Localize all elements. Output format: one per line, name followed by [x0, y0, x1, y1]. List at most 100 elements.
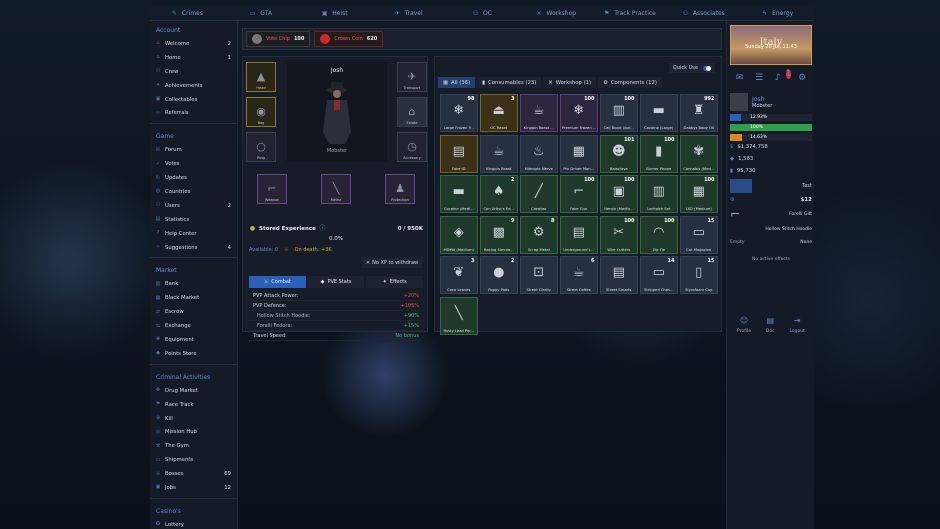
- sidebar-item-countries[interactable]: ◍ Countries: [150, 185, 237, 199]
- chat-icon[interactable]: ✉: [736, 73, 744, 83]
- menu-icon[interactable]: ☰: [755, 73, 763, 83]
- inventory-item[interactable]: ▭ 14 Stripped Chas...: [640, 256, 678, 294]
- sidebar-item-exchange[interactable]: ⇆ Exchange: [150, 319, 237, 333]
- tab-workshop[interactable]: ✕ Workshop (1): [543, 77, 597, 88]
- weapon-slot[interactable]: ⌐ Weapon: [257, 174, 287, 204]
- inventory-item[interactable]: ⏏ 3 OC Reset: [480, 94, 518, 132]
- sidebar-item-lottery[interactable]: ✪ Lottery: [150, 518, 237, 529]
- tab-pve-stats[interactable]: ◆ PVE Stats: [307, 276, 365, 288]
- vote-chip-badge[interactable]: Vote Chip 100: [246, 31, 311, 47]
- sidebar-item-escrow[interactable]: ⇄ Escrow: [150, 305, 237, 319]
- topnav-energy[interactable]: ϟ Energy: [740, 6, 814, 20]
- avatar[interactable]: [730, 93, 748, 111]
- inventory-item[interactable]: ⌐ 100 Fake Gun: [560, 175, 598, 213]
- tab-consumables[interactable]: ▮ Consumables (23): [477, 77, 542, 88]
- sidebar-item-statistics[interactable]: ▤ Statistics: [150, 213, 237, 227]
- sidebar-item-bosses[interactable]: ☠ Bosses 69: [150, 467, 237, 481]
- quick-use-toggle[interactable]: Quick Use: [668, 63, 715, 73]
- sidebar-item-home[interactable]: ⌂ Home 1: [150, 51, 237, 65]
- inventory-item[interactable]: ▤ Underground L...: [560, 215, 598, 254]
- sidebar-item-updates[interactable]: ↻ Updates: [150, 171, 237, 185]
- inventory-item[interactable]: ✂ 100 Wire Cutters: [600, 215, 638, 254]
- sidebar-item-points-store[interactable]: ◆ Points Store: [150, 347, 237, 361]
- sidebar-item-jobs[interactable]: ▣ Jobs 12: [150, 481, 237, 495]
- sidebar-item-forum[interactable]: ✉ Forum: [150, 143, 237, 157]
- topnav-associates[interactable]: ⚇ Associates: [666, 6, 740, 20]
- inventory-item[interactable]: ▭ 15 Car Magazine: [680, 215, 718, 254]
- sidebar-item-users[interactable]: ⚇ Users 2: [150, 199, 237, 213]
- sidebar-item-crew[interactable]: ⚇ Crew: [150, 65, 237, 79]
- sidebar-item-drug-market[interactable]: ✤ Drug Market: [150, 384, 237, 398]
- withdraw-xp-button[interactable]: ✕ No XP to withdraw: [361, 257, 423, 268]
- sidebar-item-shipments[interactable]: ▭ Shipments: [150, 453, 237, 467]
- topnav-crimes[interactable]: ✎ Crimes: [150, 6, 224, 20]
- inventory-item[interactable]: ☕ 6 Street Coffee: [560, 256, 598, 294]
- profile-name[interactable]: Josh: [752, 96, 772, 103]
- transport-slot[interactable]: ✈ Transport: [397, 62, 427, 92]
- inventory-item[interactable]: ☕ Kingpin Roast: [480, 134, 518, 173]
- inventory-item[interactable]: ▦ 100 LSD (Medium): [680, 175, 718, 213]
- sidebar-item-help-center[interactable]: ? Help Center: [150, 227, 237, 241]
- inventory-item[interactable]: ▤ Street Smarts: [600, 256, 638, 294]
- inventory-item[interactable]: ♨ Midnight Nerve: [520, 134, 558, 173]
- inventory-item[interactable]: ▬ Cocaine (Medi...: [440, 175, 478, 213]
- sidebar-item-bank[interactable]: ▥ Bank: [150, 277, 237, 291]
- sidebar-item-race-track[interactable]: ⚑ Race Track: [150, 398, 237, 412]
- settings-icon[interactable]: ⚙: [798, 73, 806, 83]
- inventory-item[interactable]: ♜ 992 Dabbys Baby Oil: [680, 94, 718, 132]
- topnav-workshop[interactable]: ✕ Workshop: [519, 6, 593, 20]
- inventory-item[interactable]: ◈ MDMA (Medium): [440, 215, 478, 254]
- inventory-item[interactable]: ● 2 Poppy Pods: [480, 256, 518, 294]
- inventory-item[interactable]: ▩ 9 Racing Simula...: [480, 215, 518, 254]
- inventory-item[interactable]: ⊡ Street Clarity: [520, 256, 558, 294]
- inventory-item[interactable]: ☕ Kingpin Roast ...: [520, 94, 558, 132]
- sidebar-item-the-gym[interactable]: ⚒ The Gym: [150, 439, 237, 453]
- nav-logout[interactable]: ⇥ Logout: [789, 317, 804, 335]
- inventory-item[interactable]: ▮ 100 Burner Phone: [640, 134, 678, 173]
- tab-all[interactable]: ▦ All (36): [438, 77, 476, 88]
- inventory-item[interactable]: ▤ Fake ID: [440, 134, 478, 173]
- inventory-item[interactable]: ▦ Pro Driver Man...: [560, 134, 598, 173]
- protection-slot[interactable]: ♟ Protection: [385, 174, 415, 204]
- sidebar-item-achievements[interactable]: ✦ Achievements: [150, 79, 237, 93]
- tab-combat[interactable]: ⚔ Combat: [249, 276, 306, 288]
- inventory-item[interactable]: ▯ 15 Styrofoam Cup: [680, 256, 718, 294]
- head-slot[interactable]: ▲ Head: [246, 62, 276, 92]
- tab-components[interactable]: ⚙ Components (12): [598, 77, 662, 88]
- sidebar-item-kill[interactable]: ⊕ Kill: [150, 412, 237, 426]
- sidebar-item-mission-hub[interactable]: ◎ Mission Hub: [150, 425, 237, 439]
- sidebar-item-referrals[interactable]: ∞ Referrals: [150, 106, 237, 120]
- sidebar-item-equipment[interactable]: ✚ Equipment: [150, 333, 237, 347]
- crown-coin-badge[interactable]: Crown Coin 620: [314, 31, 384, 47]
- sidebar-item-welcome[interactable]: ⌂ Welcome 2: [150, 37, 237, 51]
- nav-doc[interactable]: ▤ Doc: [765, 317, 775, 335]
- crew-name[interactable]: Test: [802, 183, 812, 189]
- inventory-item[interactable]: ❄ 100 Premium Frozen ...: [560, 94, 598, 132]
- ring-slot[interactable]: ○ Ring: [246, 132, 276, 162]
- inventory-item[interactable]: ╱ Crowbar: [520, 175, 558, 213]
- sidebar-item-collectables[interactable]: ▣ Collectables: [150, 93, 237, 107]
- estate-slot[interactable]: ⌂ Estate: [397, 97, 427, 127]
- topnav-track-practice[interactable]: ⚑ Track Practice: [593, 6, 667, 20]
- accessory-slot[interactable]: ◷ Accessory: [397, 132, 427, 162]
- inventory-item[interactable]: ✾ Cannabis (Med...: [680, 134, 718, 173]
- inventory-item[interactable]: ▬ Cocaine (Large): [640, 94, 678, 132]
- inventory-item[interactable]: ╲ Rusty Lead Pip...: [440, 296, 478, 335]
- topnav-oc[interactable]: ⚇ OC: [445, 6, 519, 20]
- topnav-heist[interactable]: ▣ Heist: [298, 6, 372, 20]
- tab-effects[interactable]: ✦ Effects: [366, 276, 424, 288]
- bag-slot[interactable]: ◉ Bag: [246, 97, 276, 127]
- melee-slot[interactable]: ╲ Melee: [321, 174, 351, 204]
- inventory-item[interactable]: ♠ 2 Con Artist's Ed...: [480, 175, 518, 213]
- inventory-item[interactable]: ▥ Lockpick Set: [640, 175, 678, 213]
- inventory-item[interactable]: ◠ 100 Zip Tie: [640, 215, 678, 254]
- topnav-travel[interactable]: ✈ Travel: [371, 6, 445, 20]
- topnav-gta[interactable]: ▭ GTA: [224, 6, 298, 20]
- sidebar-item-votes[interactable]: ✓ Votes: [150, 157, 237, 171]
- inventory-item[interactable]: ❄ 98 Large Frozen P...: [440, 94, 478, 132]
- inventory-item[interactable]: ▣ 100 Heroin (Mediu...: [600, 175, 638, 213]
- sidebar-item-suggestions[interactable]: ✧ Suggestions 4: [150, 241, 237, 255]
- inventory-item[interactable]: ▥ 100 Cell Block Upri...: [600, 94, 638, 132]
- nav-profile[interactable]: ☺ Profile: [737, 317, 751, 335]
- inventory-item[interactable]: ⚙ 8 Scrap Metal: [520, 215, 558, 254]
